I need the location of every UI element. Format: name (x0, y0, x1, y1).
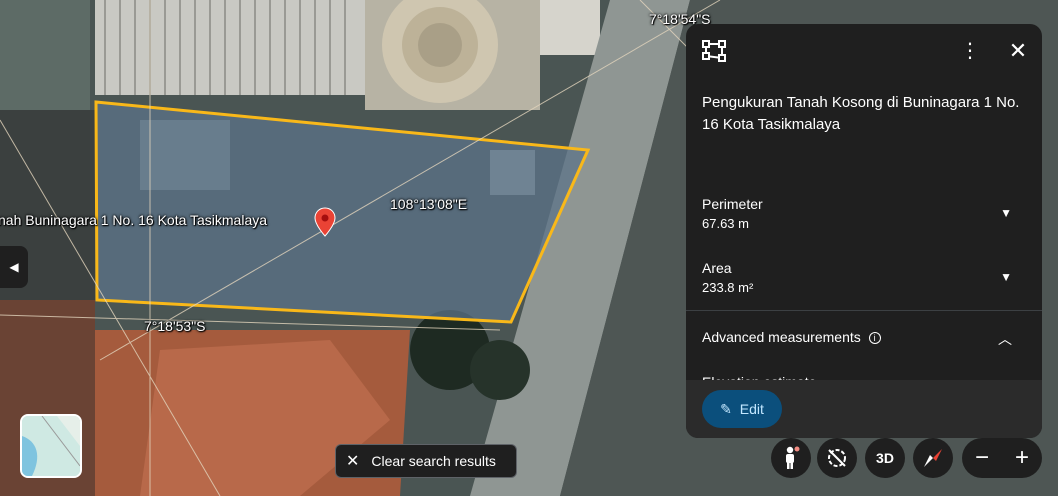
edit-button[interactable]: ✎ Edit (702, 390, 782, 428)
zoom-out-button[interactable]: − (964, 438, 1000, 478)
info-icon[interactable]: i (868, 332, 881, 344)
chevron-left-icon: ◀ (9, 260, 19, 274)
area-row[interactable]: Area 233.8 m² ▼ (702, 260, 1026, 295)
collapse-sidebar-button[interactable]: ◀ (0, 246, 28, 288)
place-label[interactable]: nah Buninagara 1 No. 16 Kota Tasikmalaya (0, 212, 267, 228)
zoom-controls: − + (962, 438, 1042, 478)
edit-label: Edit (739, 401, 764, 417)
close-panel-icon[interactable]: ✕ (1006, 38, 1030, 64)
rotate-off-icon (828, 449, 846, 467)
divider (686, 310, 1042, 311)
compass-icon (924, 449, 942, 467)
panel-footer: ✎ Edit (686, 380, 1042, 438)
close-icon: ✕ (346, 453, 360, 470)
compass-button[interactable] (913, 438, 953, 478)
longitude-label: 108°13'08"E (390, 196, 468, 212)
layers-minimap-button[interactable] (20, 414, 82, 478)
zoom-in-button[interactable]: + (1004, 438, 1040, 478)
clear-search-button[interactable]: ✕ Clear search results (335, 444, 517, 478)
panel-header: ⋮ ✕ (686, 24, 1042, 80)
perimeter-label: Perimeter (702, 196, 763, 212)
minimap-icon (22, 416, 80, 476)
area-value: 233.8 m² (702, 280, 754, 295)
clear-search-label: Clear search results (371, 453, 496, 469)
pegman-icon (786, 446, 800, 469)
advanced-measurements-label: Advanced measurements (702, 329, 861, 345)
pencil-icon: ✎ (720, 400, 732, 417)
3d-toggle-button[interactable]: 3D (865, 438, 905, 478)
chevron-down-icon[interactable]: ▼ (1000, 270, 1012, 284)
street-view-button[interactable] (771, 438, 811, 478)
perimeter-value: 67.63 m (702, 216, 749, 231)
measure-polygon-icon (702, 40, 726, 62)
place-pin-icon[interactable] (314, 207, 336, 237)
latitude-label: 7°18'53"S (144, 318, 206, 334)
panel-title: Pengukuran Tanah Kosong di Buninagara 1 … (702, 94, 1020, 133)
area-label: Area (702, 260, 732, 276)
advanced-measurements-row[interactable]: Advanced measurements i ︿ (702, 329, 1026, 347)
measurement-panel: ⋮ ✕ Pengukuran Tanah Kosong di Buninagar… (686, 24, 1042, 438)
more-vert-icon[interactable]: ⋮ (960, 38, 980, 64)
rotate-off-button[interactable] (817, 438, 857, 478)
chevron-up-icon[interactable]: ︿ (998, 329, 1012, 349)
perimeter-row[interactable]: Perimeter 67.63 m ▼ (702, 196, 1026, 231)
chevron-down-icon[interactable]: ▼ (1000, 206, 1012, 220)
